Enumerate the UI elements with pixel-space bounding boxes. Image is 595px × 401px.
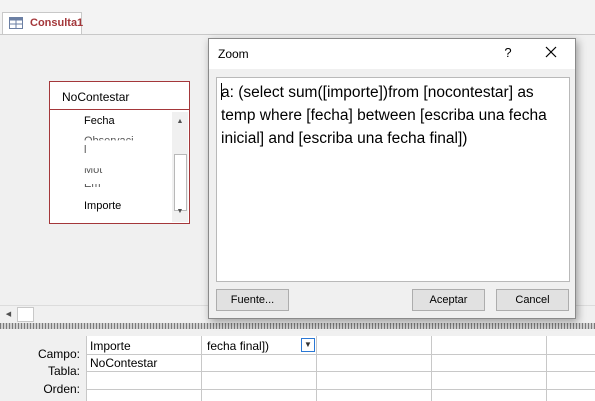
scroll-up-icon[interactable]: ▲ (172, 114, 188, 130)
table-field-list[interactable]: NoContestar Fecha Observaci l Mot Em Imp… (49, 81, 190, 224)
scroll-thumb[interactable] (17, 307, 34, 322)
scroll-thumb[interactable] (174, 154, 187, 211)
cancel-button[interactable]: Cancel (496, 289, 569, 311)
document-tab-strip: Consulta1 (0, 0, 595, 35)
row-divider (87, 354, 595, 355)
column-divider (546, 336, 547, 401)
ok-button[interactable]: Aceptar (412, 289, 485, 311)
tab-label: Consulta1 (30, 17, 84, 29)
campo-cell[interactable]: Importe (90, 339, 131, 353)
field-item[interactable]: Importe (84, 200, 121, 212)
row-divider (87, 371, 595, 372)
font-button[interactable]: Fuente... (216, 289, 289, 311)
column-divider (201, 336, 202, 401)
field-item[interactable]: Em (84, 184, 101, 190)
field-list-scrollbar[interactable]: ▲ ▼ (172, 112, 188, 222)
expression-textarea[interactable]: a: (select sum([importe])from [nocontest… (216, 77, 570, 282)
tabla-cell[interactable]: NoContestar (90, 356, 157, 370)
chevron-down-icon[interactable]: ▼ (301, 338, 315, 352)
tab-consulta1[interactable]: Consulta1 (2, 12, 84, 34)
dialog-titlebar[interactable]: Zoom ? (209, 39, 575, 69)
expression-text: a: (select sum([importe])from [nocontest… (221, 84, 547, 147)
field-item[interactable]: Fecha (84, 115, 115, 127)
row-label-orden: Orden: (43, 382, 80, 396)
table-field-list-title[interactable]: NoContestar (62, 90, 129, 104)
zoom-dialog: Zoom ? a: (select sum([importe])from [no… (208, 38, 576, 319)
column-divider (316, 336, 317, 401)
column-divider (431, 336, 432, 401)
field-item[interactable]: Observaci (84, 135, 134, 140)
divider (50, 109, 189, 110)
field-item[interactable]: Mot (84, 168, 102, 176)
campo-cell-active[interactable]: fecha final]) (207, 339, 269, 353)
help-button[interactable]: ? (497, 43, 519, 63)
grid-cells[interactable]: Importe NoContestar fecha final]) ▼ (86, 336, 595, 401)
query-icon (9, 17, 23, 29)
scroll-down-icon[interactable]: ▼ (172, 204, 188, 220)
row-label-tabla: Tabla: (47, 364, 80, 378)
close-icon[interactable] (539, 43, 563, 63)
query-design-grid: Campo: Tabla: Orden: Importe NoContestar… (0, 329, 595, 401)
row-label-campo: Campo: (37, 347, 80, 361)
scroll-left-icon[interactable]: ◀ (2, 308, 15, 321)
field-list[interactable]: Fecha Observaci l Mot Em Importe (51, 112, 172, 222)
dialog-title: Zoom (218, 47, 249, 61)
field-item[interactable]: l (84, 144, 86, 156)
row-divider (87, 389, 595, 390)
